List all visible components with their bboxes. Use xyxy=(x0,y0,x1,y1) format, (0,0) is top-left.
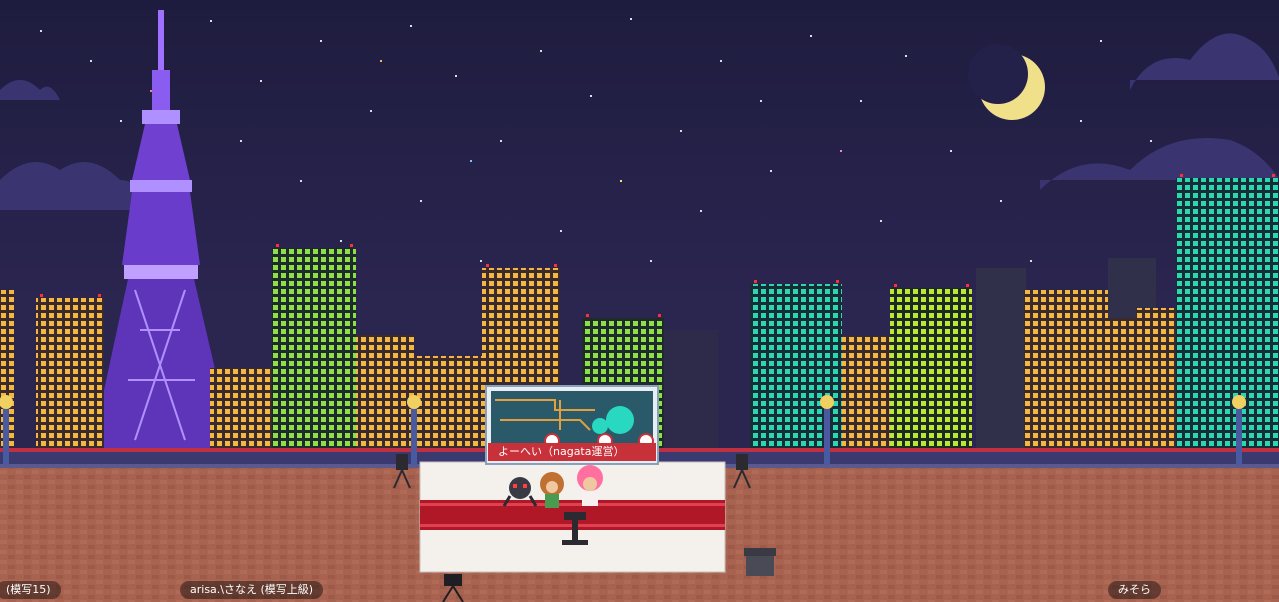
player-nametag[interactable]: (模写15) xyxy=(0,581,61,599)
scene-canvas xyxy=(0,0,1279,602)
stool-icon xyxy=(744,548,776,576)
game-scene[interactable]: よーへい（nagata運営） (模写15) arisa.\さなえ (模写上級) … xyxy=(0,0,1279,602)
board-label: よーへい（nagata運営） xyxy=(488,443,656,461)
player-nametag[interactable]: みそら xyxy=(1108,581,1161,599)
player-nametag[interactable]: arisa.\さなえ (模写上級) xyxy=(180,581,324,599)
